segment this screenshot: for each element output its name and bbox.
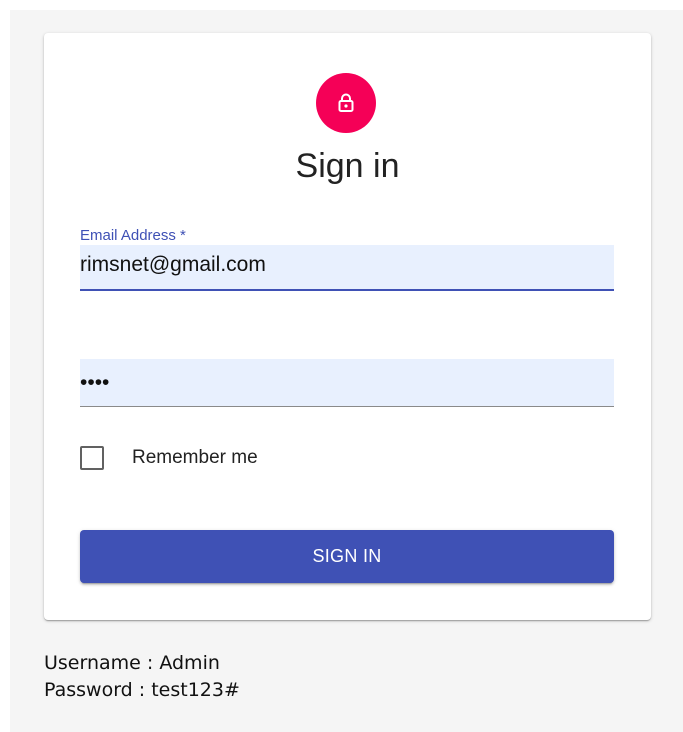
email-input[interactable] bbox=[80, 245, 614, 291]
email-label: Email Address * bbox=[80, 227, 186, 244]
sign-in-button[interactable]: SIGN IN bbox=[80, 530, 614, 583]
remember-me-checkbox[interactable] bbox=[80, 446, 104, 470]
credentials-hint: Username : Admin Password : test123# bbox=[44, 650, 240, 704]
avatar bbox=[316, 73, 376, 133]
password-input[interactable] bbox=[80, 359, 614, 407]
lock-icon bbox=[334, 91, 358, 115]
page-title: Sign in bbox=[295, 147, 400, 185]
username-hint: Username : Admin bbox=[44, 652, 220, 674]
sign-in-card: Sign in Email Address * Remember me SIGN… bbox=[44, 33, 651, 620]
remember-me[interactable]: Remember me bbox=[80, 444, 258, 472]
password-field-group bbox=[80, 359, 614, 407]
remember-me-label: Remember me bbox=[132, 447, 258, 468]
password-hint: Password : test123# bbox=[44, 679, 240, 701]
email-field-group: Email Address * bbox=[80, 227, 614, 293]
